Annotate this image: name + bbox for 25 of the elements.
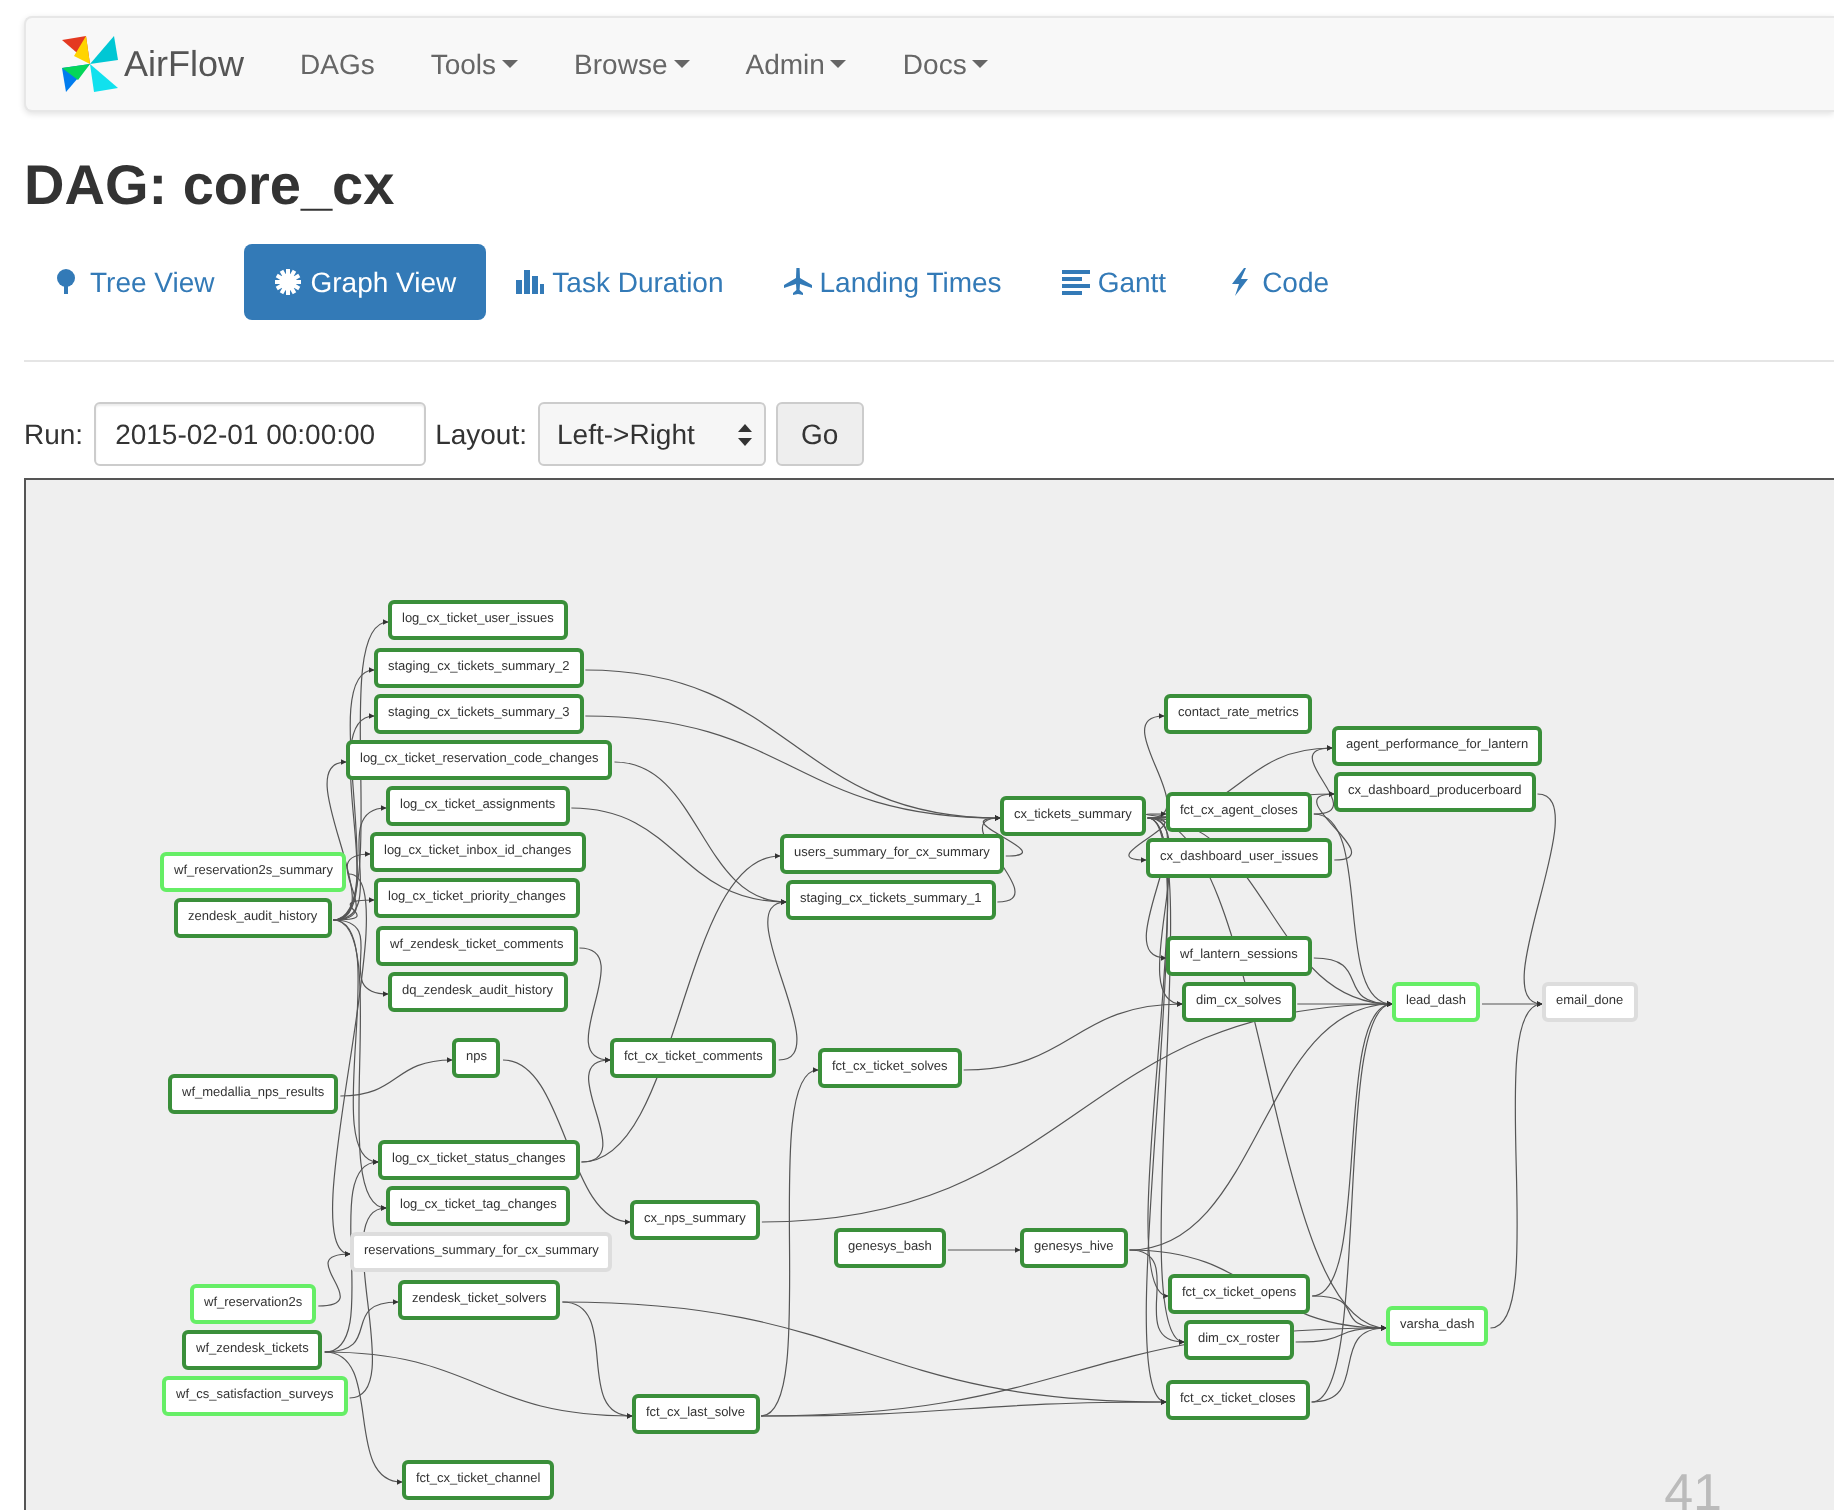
dropdown-menu-link[interactable]: Tools xyxy=(402,18,547,110)
dropdown-menu-link[interactable]: Docs xyxy=(874,18,1017,110)
run-label: Run: xyxy=(24,418,84,450)
align-left-icon xyxy=(1061,268,1090,296)
view-tab[interactable]: Tree View xyxy=(24,244,245,320)
view-tab[interactable]: Code xyxy=(1196,244,1360,320)
view-tab[interactable]: Gantt xyxy=(1031,244,1197,320)
plane-icon xyxy=(783,268,812,296)
pinwheel-logo-icon xyxy=(58,32,122,96)
connector-arrow xyxy=(947,1247,1021,1253)
view-tab[interactable]: Landing Times xyxy=(753,244,1032,320)
up-down-arrows-icon xyxy=(737,423,752,445)
go-button[interactable]: Go xyxy=(775,402,865,466)
dropdown-menu-link[interactable]: Admin xyxy=(717,18,875,110)
layout-label: Layout: xyxy=(435,418,528,450)
nav-link[interactable]: DAGs xyxy=(272,18,403,110)
view-tab[interactable]: Graph View xyxy=(244,244,487,320)
run-date-field[interactable]: 2015-02-01 00:00:00 xyxy=(93,402,426,466)
gear-icon xyxy=(274,268,303,296)
dropdown-menu-link[interactable]: Browse xyxy=(546,18,718,110)
bar-chart-icon xyxy=(516,268,545,296)
airflow-logo-link[interactable]: AirFlow xyxy=(26,32,273,96)
view-tab[interactable]: Task Duration xyxy=(486,244,754,320)
layout-select[interactable]: Left->Right xyxy=(537,402,766,466)
dag-title: DAG: core_cx xyxy=(24,152,397,220)
